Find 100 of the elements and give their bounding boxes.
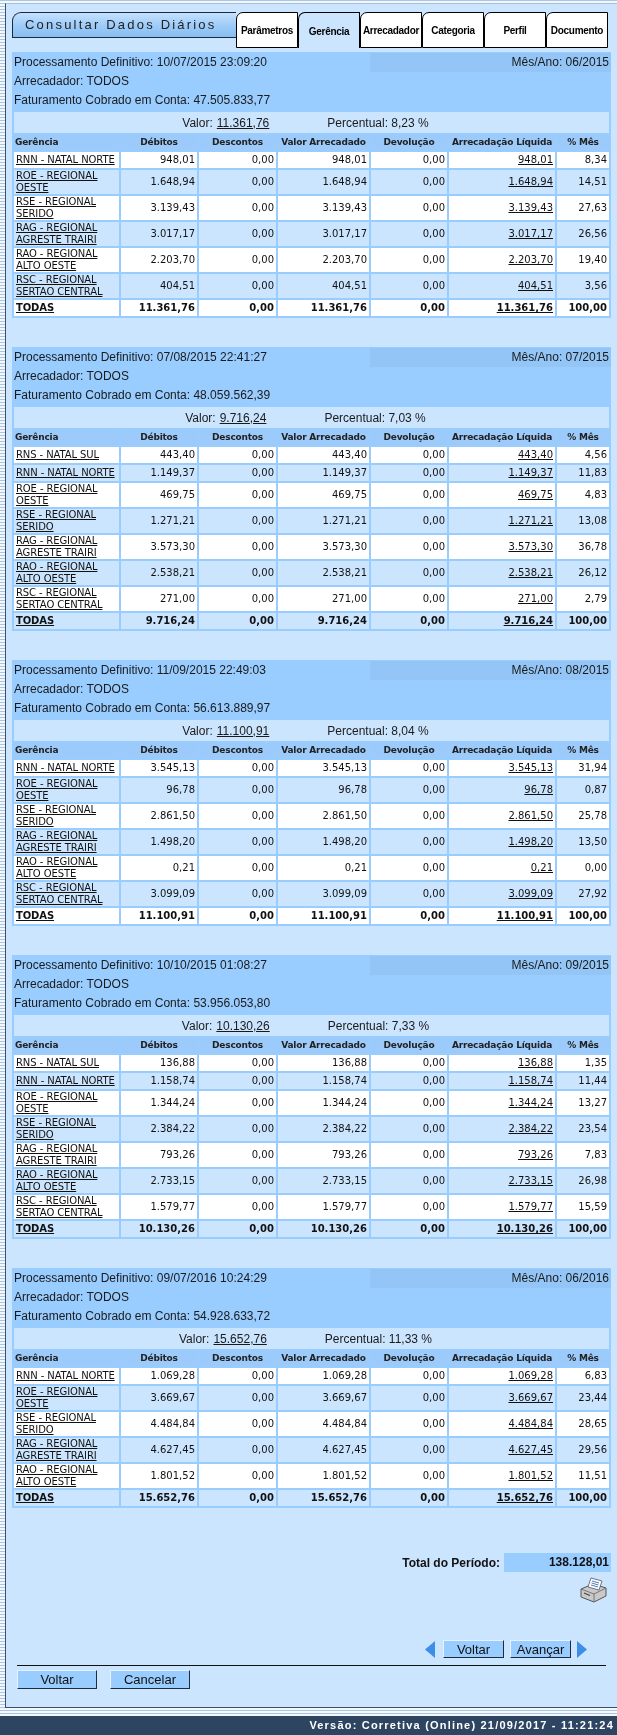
total-link[interactable]: TODAS — [16, 1223, 55, 1235]
value-link[interactable]: 11.100,91 — [216, 721, 270, 740]
back-button[interactable]: Voltar — [17, 1670, 97, 1689]
region-link[interactable]: RSC - REGIONAL SERTAO CENTRAL — [16, 1195, 117, 1219]
table-cell: 11.361,76 — [278, 300, 369, 316]
amount-link[interactable]: 96,78 — [524, 784, 553, 795]
amount-link[interactable]: 4.484,84 — [508, 1418, 553, 1429]
region-link[interactable]: RAG - REGIONAL AGRESTE TRAIRI — [16, 535, 117, 559]
amount-link[interactable]: 443,40 — [518, 449, 553, 460]
region-link[interactable]: RAG - REGIONAL AGRESTE TRAIRI — [16, 830, 117, 854]
back-button[interactable]: Voltar — [443, 1640, 504, 1658]
amount-link[interactable]: 1.648,94 — [508, 176, 553, 187]
amount-link[interactable]: 469,75 — [518, 489, 553, 500]
amount-link[interactable]: 271,00 — [518, 593, 553, 604]
tab[interactable]: Parâmetros — [236, 12, 298, 48]
region-link[interactable]: RSE - REGIONAL SERIDO — [16, 1117, 117, 1141]
value-link[interactable]: 11.361,76 — [216, 113, 270, 132]
region-link[interactable]: ROE - REGIONAL OESTE — [16, 483, 117, 507]
region-link[interactable]: RNN - NATAL NORTE — [16, 1075, 115, 1087]
amount-link[interactable]: 0,21 — [530, 862, 553, 873]
tab[interactable]: Arrecadador — [360, 12, 422, 48]
tab[interactable]: Perfil — [484, 12, 546, 48]
region-link[interactable]: RAO - REGIONAL ALTO OESTE — [16, 856, 117, 880]
region-link[interactable]: RSC - REGIONAL SERTAO CENTRAL — [16, 882, 117, 906]
region-link[interactable]: RSC - REGIONAL SERTAO CENTRAL — [16, 274, 117, 298]
amount-link[interactable]: 2.203,70 — [508, 254, 553, 265]
region-link[interactable]: ROE - REGIONAL OESTE — [16, 1386, 117, 1410]
amount-link[interactable]: 10.130,26 — [496, 1223, 553, 1234]
amount-link[interactable]: 948,01 — [518, 154, 553, 165]
value-link[interactable]: 15.652,76 — [213, 1329, 267, 1348]
amount-link[interactable]: 3.139,43 — [508, 202, 553, 213]
amount-link[interactable]: 793,26 — [518, 1149, 553, 1160]
total-link[interactable]: TODAS — [16, 910, 55, 922]
tab[interactable]: Gerência — [298, 12, 360, 48]
region-link[interactable]: ROE - REGIONAL OESTE — [16, 1091, 117, 1115]
region-link[interactable]: RAO - REGIONAL ALTO OESTE — [16, 1169, 117, 1193]
total-link[interactable]: TODAS — [16, 302, 55, 314]
amount-link[interactable]: 1.069,28 — [508, 1370, 553, 1381]
tab[interactable]: Categoria — [422, 12, 484, 48]
amount-link[interactable]: 1.801,52 — [508, 1470, 553, 1481]
total-link[interactable]: TODAS — [16, 1492, 55, 1504]
amount-link[interactable]: 3.017,17 — [508, 228, 553, 239]
amount-link[interactable]: 3.669,67 — [508, 1392, 553, 1403]
region-link[interactable]: RAG - REGIONAL AGRESTE TRAIRI — [16, 1438, 117, 1462]
amount-link[interactable]: 404,51 — [518, 280, 553, 291]
left-arrow-icon[interactable] — [425, 1640, 435, 1658]
region-link[interactable]: RSC - REGIONAL SERTAO CENTRAL — [16, 587, 117, 611]
amount-link[interactable]: 1.344,24 — [508, 1097, 553, 1108]
region-link[interactable]: RSE - REGIONAL SERIDO — [16, 1412, 117, 1436]
region-link[interactable]: RNS - NATAL SUL — [16, 1057, 99, 1069]
region-link[interactable]: RNN - NATAL NORTE — [16, 1370, 115, 1382]
region-link[interactable]: RAO - REGIONAL ALTO OESTE — [16, 248, 117, 272]
amount-link[interactable]: 15.652,76 — [496, 1492, 553, 1503]
amount-link[interactable]: 2.861,50 — [508, 810, 553, 821]
region-link[interactable]: RAG - REGIONAL AGRESTE TRAIRI — [16, 222, 117, 246]
table-cell: 100,00 — [557, 1221, 609, 1237]
total-link[interactable]: TODAS — [16, 615, 55, 627]
region-link[interactable]: RSE - REGIONAL SERIDO — [16, 196, 117, 220]
amount-link[interactable]: 1.498,20 — [508, 836, 553, 847]
amount-link[interactable]: 1.158,74 — [508, 1075, 553, 1086]
table-cell: 0,00 — [371, 222, 447, 246]
amount-link[interactable]: 3.573,30 — [508, 541, 553, 552]
table-cell: 0,00 — [371, 778, 447, 802]
next-button[interactable]: Avançar — [510, 1640, 571, 1658]
cancel-button[interactable]: Cancelar — [110, 1670, 190, 1689]
amount-link[interactable]: 2.538,21 — [508, 567, 553, 578]
region-link[interactable]: RSE - REGIONAL SERIDO — [16, 509, 117, 533]
region-link[interactable]: RNN - NATAL NORTE — [16, 467, 115, 479]
amount-link[interactable]: 1.271,21 — [508, 515, 553, 526]
amount-link[interactable]: 2.384,22 — [508, 1123, 553, 1134]
value-link[interactable]: 9.716,24 — [219, 408, 267, 427]
table-cell: 0,00 — [371, 1490, 447, 1506]
region-link[interactable]: RNN - NATAL NORTE — [16, 762, 115, 774]
region-link[interactable]: RNN - NATAL NORTE — [16, 154, 115, 166]
region-link[interactable]: RSE - REGIONAL SERIDO — [16, 804, 117, 828]
amount-link[interactable]: 11.100,91 — [496, 910, 553, 921]
amount-link[interactable]: 1.149,37 — [508, 467, 553, 478]
region-link[interactable]: RAG - REGIONAL AGRESTE TRAIRI — [16, 1143, 117, 1167]
amount-link[interactable]: 11.361,76 — [496, 302, 553, 313]
amount-link[interactable]: 4.627,45 — [508, 1444, 553, 1455]
right-arrow-icon[interactable] — [577, 1640, 587, 1658]
column-header: Valor Arrecadado — [278, 430, 369, 445]
region-link[interactable]: RNS - NATAL SUL — [16, 449, 99, 461]
printer-icon[interactable] — [579, 1577, 608, 1603]
column-header: Descontos — [199, 1038, 276, 1053]
amount-link[interactable]: 136,88 — [518, 1057, 553, 1068]
amount-link[interactable]: 3.099,09 — [508, 888, 553, 899]
amount-link[interactable]: 9.716,24 — [503, 615, 553, 626]
amount-link[interactable]: 1.579,77 — [508, 1201, 553, 1212]
value-link[interactable]: 10.130,26 — [216, 1016, 270, 1035]
amount-link[interactable]: 3.545,13 — [508, 762, 553, 773]
region-link[interactable]: RAO - REGIONAL ALTO OESTE — [16, 1464, 117, 1488]
table-cell: 0,00 — [371, 1091, 447, 1115]
collector-text: Arrecadador: TODOS — [13, 681, 129, 698]
amount-link[interactable]: 2.733,15 — [508, 1175, 553, 1186]
region-link[interactable]: ROE - REGIONAL OESTE — [16, 170, 117, 194]
region-link[interactable]: ROE - REGIONAL OESTE — [16, 778, 117, 802]
column-header: % Mês — [557, 430, 609, 445]
region-link[interactable]: RAO - REGIONAL ALTO OESTE — [16, 561, 117, 585]
tab[interactable]: Documento — [546, 12, 608, 48]
